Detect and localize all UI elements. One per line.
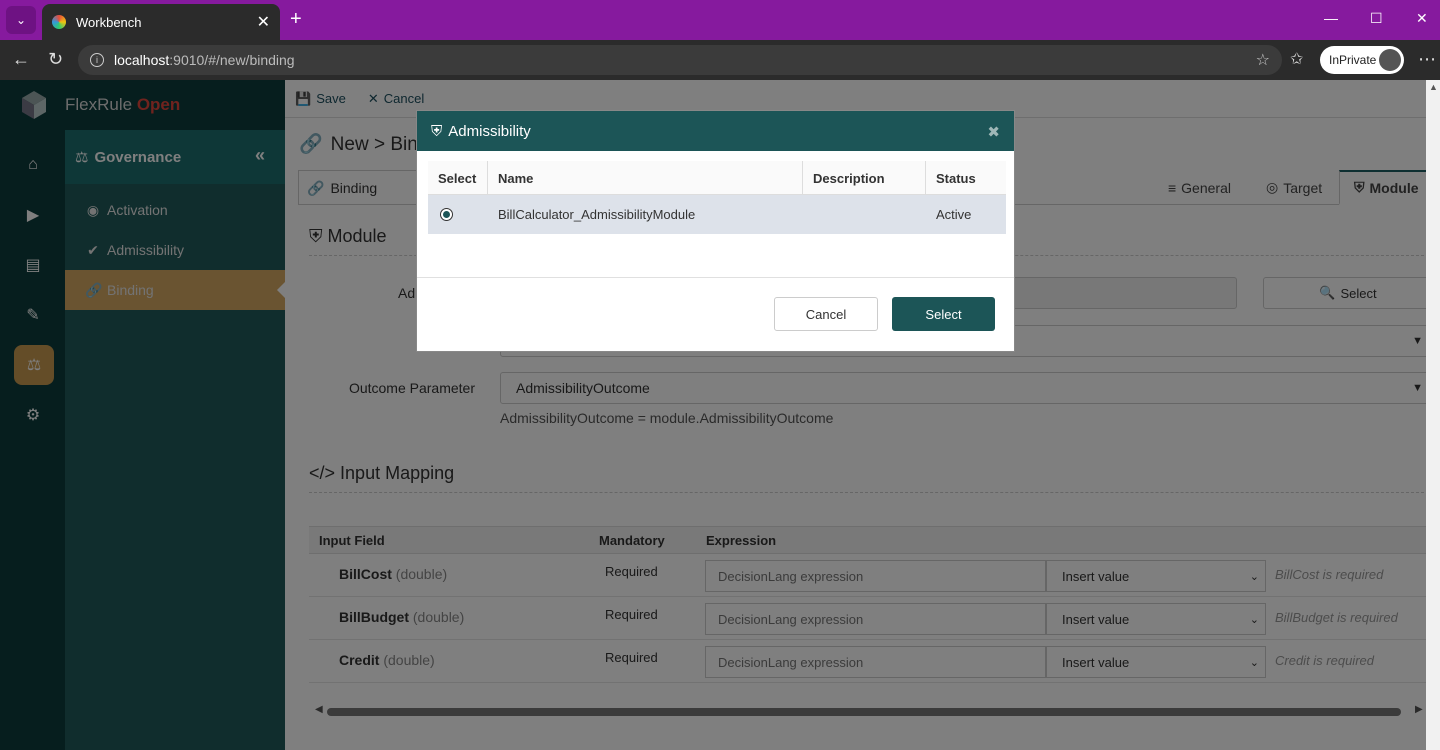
refresh-icon[interactable]: ↻ xyxy=(48,49,63,70)
row-radio[interactable] xyxy=(440,208,453,221)
admissibility-modal: ⛨ Admissibility ✖ Select Name Descriptio… xyxy=(416,110,1015,352)
modal-cancel-button[interactable]: Cancel xyxy=(774,297,878,331)
browser-tab-title: Workbench xyxy=(76,14,142,30)
favorites-icon[interactable]: ✩ xyxy=(1290,49,1303,69)
col-status: Status xyxy=(936,171,976,186)
favicon-icon xyxy=(52,15,66,29)
scroll-up-icon[interactable]: ▲ xyxy=(1429,82,1438,92)
modal-title: Admissibility xyxy=(448,122,531,140)
module-name: BillCalculator_AdmissibilityModule xyxy=(498,207,696,222)
modal-divider xyxy=(417,277,1014,278)
close-tab-icon[interactable]: ✕ xyxy=(257,12,270,32)
favorite-star-icon[interactable]: ☆ xyxy=(1256,50,1270,70)
new-tab-icon[interactable]: + xyxy=(290,8,302,31)
url-host: localhost xyxy=(114,52,170,68)
modal-select-button[interactable]: Select xyxy=(892,297,995,331)
modules-table: Select Name Description Status BillCalcu… xyxy=(428,161,1006,234)
browser-addressbar: ← ↻ i localhost:9010/#/new/binding ☆ ✩ I… xyxy=(0,40,1440,80)
shield-icon: ⛨ xyxy=(431,122,443,140)
modal-header: ⛨ Admissibility ✖ xyxy=(417,111,1014,151)
back-icon[interactable]: ← xyxy=(12,49,30,70)
table-row[interactable]: BillCalculator_AdmissibilityModule Activ… xyxy=(428,195,1006,234)
close-window-icon[interactable]: ✕ xyxy=(1416,10,1428,27)
browser-titlebar: ⌄ Workbench ✕ + — ☐ ✕ xyxy=(0,0,1440,40)
url-path: :9010/#/new/binding xyxy=(169,52,295,68)
site-info-icon[interactable]: i xyxy=(90,53,104,67)
more-options-icon[interactable]: ⋯ xyxy=(1418,49,1436,70)
minimize-icon[interactable]: — xyxy=(1324,10,1338,26)
col-name: Name xyxy=(498,171,534,186)
browser-tab[interactable]: Workbench ✕ xyxy=(42,4,280,40)
url-input[interactable]: i localhost:9010/#/new/binding ☆ xyxy=(78,45,1282,75)
inprivate-label: InPrivate xyxy=(1329,53,1377,67)
inprivate-badge[interactable]: InPrivate xyxy=(1320,46,1404,74)
table-header: Select Name Description Status xyxy=(428,161,1006,195)
tab-actions-button[interactable]: ⌄ xyxy=(6,6,36,34)
col-select: Select xyxy=(438,171,477,186)
module-status: Active xyxy=(936,207,972,222)
avatar xyxy=(1379,49,1401,71)
col-description: Description xyxy=(813,171,885,186)
modal-close-icon[interactable]: ✖ xyxy=(987,123,1000,141)
page-scrollbar[interactable]: ▲ xyxy=(1426,80,1440,750)
maximize-icon[interactable]: ☐ xyxy=(1370,10,1383,27)
